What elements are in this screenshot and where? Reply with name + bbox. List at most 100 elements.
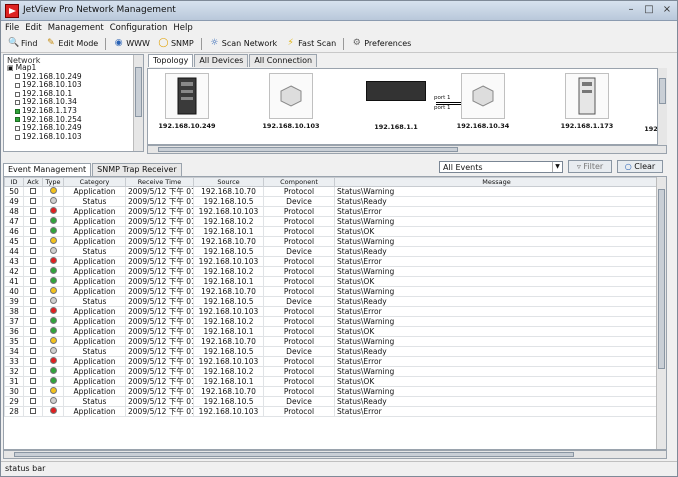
scrollbar-thumb[interactable] <box>658 189 665 369</box>
device-ip-label: 192.168.10.249 <box>158 122 216 130</box>
find-button[interactable]: 🔍 Find <box>5 36 40 51</box>
table-row[interactable]: 42 Application 2009/5/12 下午 01: 192.168.10.… <box>4 266 659 278</box>
ack-checkbox-box[interactable] <box>30 197 36 204</box>
ack-checkbox-box[interactable] <box>30 257 36 264</box>
ack-checkbox-box[interactable] <box>30 377 36 384</box>
ack-checkbox-box[interactable] <box>30 217 36 224</box>
ack-checkbox-box[interactable] <box>30 247 36 254</box>
event-tabs: Event Management SNMP Trap Receiver <box>3 163 182 176</box>
tab-snmp-trap-receiver[interactable]: SNMP Trap Receiver <box>92 163 182 176</box>
column-header-receive-time[interactable]: Receive Time <box>125 177 194 188</box>
ack-checkbox-box[interactable] <box>30 397 36 404</box>
tab-topology[interactable]: Topology <box>148 54 194 67</box>
topology-horizontal-scrollbar[interactable] <box>147 145 667 154</box>
column-header-source[interactable]: Source <box>193 177 264 188</box>
table-row[interactable]: 37 Application 2009/5/12 下午 01: 192.168.10.… <box>4 316 659 328</box>
edit-mode-button[interactable]: ✎ Edit Mode <box>42 36 101 51</box>
table-row[interactable]: 28 Application 2009/5/12 下午 01: 192.168.10.… <box>4 406 659 418</box>
topology-canvas[interactable]: 192.168.10.249 192.168.10.103 192.168.1.… <box>147 68 667 145</box>
ack-checkbox <box>23 276 43 288</box>
ack-checkbox-box[interactable] <box>30 207 36 214</box>
ack-checkbox-box[interactable] <box>30 347 36 354</box>
ack-checkbox-box[interactable] <box>30 287 36 294</box>
tab-all-connection[interactable]: All Connection <box>249 54 318 67</box>
table-row[interactable]: 30 Application 2009/5/12 下午 01: 192.168.10.… <box>4 386 659 398</box>
event-table-horizontal-scrollbar[interactable] <box>3 450 667 459</box>
table-row[interactable]: 35 Application 2009/5/12 下午 01: 192.168.10.… <box>4 336 659 348</box>
tab-all-devices[interactable]: All Devices <box>194 54 249 67</box>
cell-component: Device <box>263 346 335 358</box>
preferences-button[interactable]: ⚙ Preferences <box>348 36 414 51</box>
table-row[interactable]: 40 Application 2009/5/12 下午 01: 192.168.10.… <box>4 286 659 298</box>
ack-checkbox-box[interactable] <box>30 327 36 334</box>
table-row[interactable]: 49 Status 2009/5/12 下午 01: 192.168.10.5 Devi… <box>4 196 659 208</box>
topology-device[interactable]: 192.168.1.173 <box>552 73 622 130</box>
fast-scan-button[interactable]: ⚡ Fast Scan <box>282 36 339 51</box>
table-row[interactable]: 41 Application 2009/5/12 下午 01: 192.168.10.… <box>4 276 659 288</box>
ack-checkbox-box[interactable] <box>30 187 36 194</box>
minimize-icon[interactable]: – <box>625 4 637 15</box>
table-row[interactable]: 31 Application 2009/5/12 下午 01: 192.168.10.… <box>4 376 659 388</box>
table-row[interactable]: 46 Application 2009/5/12 下午 01: 192.168.10.… <box>4 226 659 238</box>
menu-help[interactable]: Help <box>173 23 192 33</box>
column-header-type[interactable]: Type <box>42 177 64 188</box>
menu-file[interactable]: File <box>5 23 19 33</box>
table-row[interactable]: 43 Application 2009/5/12 下午 01: 192.168.10.… <box>4 256 659 268</box>
ack-checkbox-box[interactable] <box>30 237 36 244</box>
chevron-down-icon[interactable]: ▼ <box>552 162 562 172</box>
scan-network-button[interactable]: ☼ Scan Network <box>206 36 280 51</box>
table-row[interactable]: 36 Application 2009/5/12 下午 01: 192.168.10.… <box>4 326 659 338</box>
topology-vertical-scrollbar[interactable] <box>657 68 667 145</box>
menu-configuration[interactable]: Configuration <box>110 23 168 33</box>
ack-checkbox-box[interactable] <box>30 407 36 414</box>
ack-checkbox-box[interactable] <box>30 277 36 284</box>
ack-checkbox-box[interactable] <box>30 387 36 394</box>
table-row[interactable]: 45 Application 2009/5/12 下午 01: 192.168.10.… <box>4 236 659 248</box>
menu-management[interactable]: Management <box>48 23 104 33</box>
ack-checkbox-box[interactable] <box>30 337 36 344</box>
cell-message: Status\Warning <box>334 366 659 378</box>
table-row[interactable]: 44 Status 2009/5/12 下午 01: 192.168.10.5 Devi… <box>4 246 659 258</box>
tab-event-management[interactable]: Event Management <box>3 163 92 176</box>
menu-edit[interactable]: Edit <box>25 23 41 33</box>
table-row[interactable]: 33 Application 2009/5/12 下午 01: 192.168.10.… <box>4 356 659 368</box>
event-table-vertical-scrollbar[interactable] <box>656 177 666 449</box>
scrollbar-thumb[interactable] <box>14 452 574 457</box>
ack-checkbox-box[interactable] <box>30 357 36 364</box>
column-header-message[interactable]: Message <box>334 177 659 188</box>
table-row[interactable]: 32 Application 2009/5/12 下午 01: 192.168.10.… <box>4 366 659 378</box>
filter-button[interactable]: ▿ Filter <box>568 160 612 173</box>
column-header-id[interactable]: ID <box>4 177 24 188</box>
table-row[interactable]: 39 Status 2009/5/12 下午 01: 192.168.10.5 Devi… <box>4 296 659 308</box>
tree-item[interactable]: 192.168.10.103 <box>7 132 133 142</box>
close-icon[interactable]: × <box>661 4 673 15</box>
maximize-icon[interactable]: □ <box>643 4 655 15</box>
clear-button[interactable]: ○ Clear <box>617 160 663 173</box>
scrollbar-thumb[interactable] <box>158 147 458 152</box>
topology-device[interactable]: 192.168.10.103 <box>256 73 326 130</box>
table-row[interactable]: 38 Application 2009/5/12 下午 01: 192.168.10.… <box>4 306 659 318</box>
table-row[interactable]: 34 Status 2009/5/12 下午 01: 192.168.10.5 Devi… <box>4 346 659 358</box>
column-header-component[interactable]: Component <box>263 177 335 188</box>
www-button[interactable]: ◉ WWW <box>110 36 153 51</box>
ack-checkbox-box[interactable] <box>30 297 36 304</box>
topology-device[interactable]: 192.168.10.34 <box>448 73 518 130</box>
column-header-ack[interactable]: Ack <box>23 177 43 188</box>
ack-checkbox-box[interactable] <box>30 267 36 274</box>
scrollbar-thumb[interactable] <box>659 78 666 104</box>
ack-checkbox-box[interactable] <box>30 367 36 374</box>
table-row[interactable]: 48 Application 2009/5/12 下午 01: 192.168.10.… <box>4 206 659 218</box>
table-row[interactable]: 50 Application 2009/5/12 下午 01: 192.168.10.… <box>4 186 659 198</box>
column-header-category[interactable]: Category <box>63 177 126 188</box>
topology-device[interactable]: 192.168.10.249 <box>152 73 222 130</box>
event-filter-select[interactable]: All Events ▼ <box>439 161 563 173</box>
topology-device[interactable]: 192.168.1.1 <box>356 81 436 131</box>
network-tree-scrollbar[interactable] <box>133 55 143 151</box>
table-row[interactable]: 29 Status 2009/5/12 下午 01: 192.168.10.5 Devi… <box>4 396 659 408</box>
scrollbar-thumb[interactable] <box>135 67 142 117</box>
table-row[interactable]: 47 Application 2009/5/12 下午 01: 192.168.10.… <box>4 216 659 228</box>
snmp-button[interactable]: ◯ SNMP <box>155 36 197 51</box>
ack-checkbox-box[interactable] <box>30 227 36 234</box>
ack-checkbox-box[interactable] <box>30 317 36 324</box>
ack-checkbox-box[interactable] <box>30 307 36 314</box>
